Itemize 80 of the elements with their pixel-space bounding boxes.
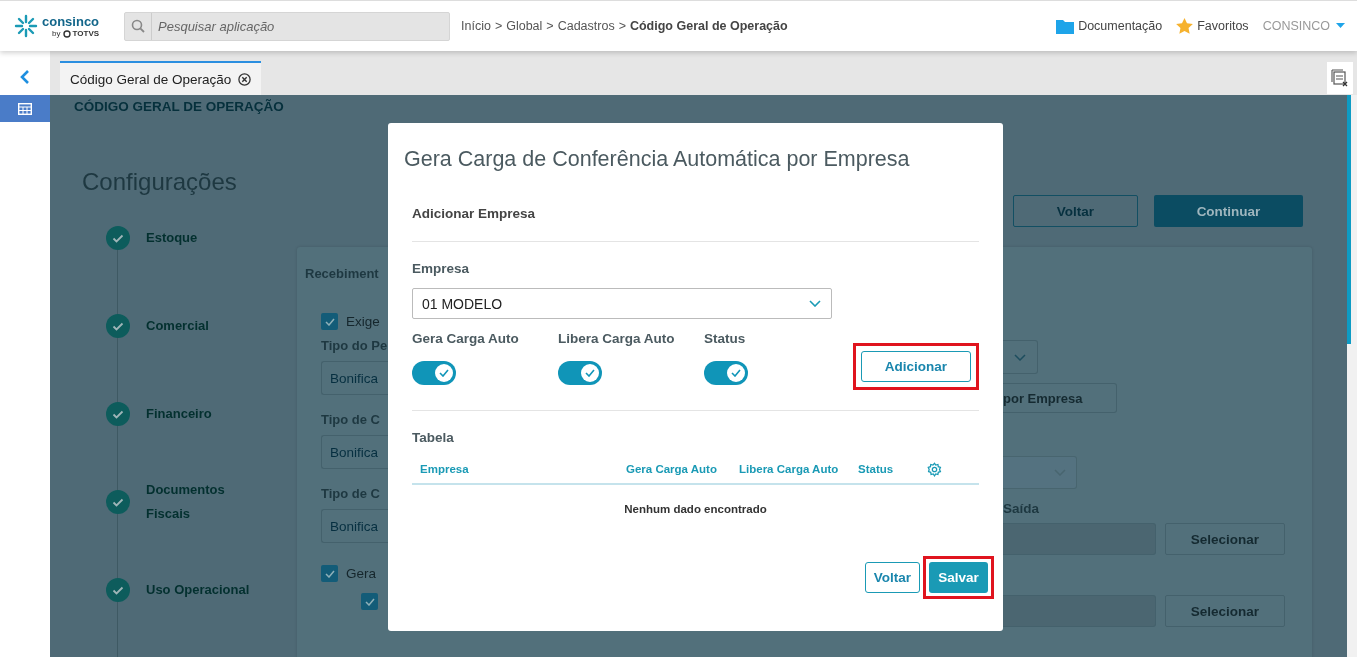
header-link[interactable]: Favoritos	[1197, 19, 1249, 33]
field-label: Tipo do Pe	[321, 338, 388, 353]
document-tab[interactable]: Código Geral de Operação	[60, 61, 262, 95]
checkbox-label: Gera	[346, 566, 376, 581]
text-field[interactable]	[1003, 595, 1156, 627]
back-button[interactable]: Voltar	[864, 562, 920, 593]
logo-byline: by	[52, 29, 61, 38]
field-label: Saída	[1003, 501, 1040, 516]
chevron-down-icon	[809, 300, 821, 307]
toggle-label: Libera Carga Auto	[558, 331, 676, 346]
breadcrumb-separator: >	[494, 19, 503, 33]
step-label[interactable]: Estoque	[146, 226, 198, 250]
text-field[interactable]	[1003, 523, 1156, 555]
check-icon	[324, 569, 335, 578]
continue-button[interactable]: Continuar	[1154, 195, 1303, 227]
search-field[interactable]: Pesquisar aplicação	[124, 11, 450, 41]
folder-icon	[1056, 18, 1075, 34]
user-menu[interactable]: CONSINCO	[1262, 19, 1330, 33]
caret-icon[interactable]	[1336, 23, 1345, 29]
select-button[interactable]: Selecionar	[1165, 523, 1285, 555]
check-icon	[731, 369, 741, 377]
logo-wordmark: consinco	[42, 14, 100, 29]
checkbox[interactable]	[321, 313, 338, 330]
column-header[interactable]: Libera Carga Auto	[731, 463, 850, 475]
breadcrumb-current: Código Geral de Operação	[629, 19, 788, 33]
step-label[interactable]: Financeiro	[146, 402, 212, 426]
column-header[interactable]: Empresa	[412, 463, 618, 475]
settings-icon[interactable]	[927, 461, 942, 477]
chevron-down-icon	[1014, 353, 1026, 361]
breadcrumb-link[interactable]: Cadastros	[557, 19, 615, 33]
calendar-icon	[18, 102, 32, 115]
step-label[interactable]: Comercial	[146, 314, 209, 338]
checkbox[interactable]	[321, 565, 338, 582]
checkbox[interactable]	[361, 593, 378, 610]
toggle-switch[interactable]	[412, 361, 456, 385]
header-link[interactable]: Documentação	[1078, 19, 1163, 33]
field-label: Empresa	[412, 261, 471, 276]
breadcrumb-link[interactable]: Início	[461, 19, 491, 33]
brand-mark-icon	[62, 29, 71, 38]
breadcrumb-separator: >	[546, 19, 554, 33]
logo-icon	[14, 14, 38, 38]
select-button[interactable]: Selecionar	[1165, 595, 1285, 627]
column-header[interactable]: Gera Carga Auto	[618, 463, 731, 475]
close-icon[interactable]	[238, 72, 252, 86]
table-title: Tabela	[412, 430, 455, 445]
check-icon	[439, 369, 449, 377]
toggle-switch[interactable]	[558, 361, 602, 385]
checkbox-label: Exige	[346, 314, 380, 329]
company-dropdown[interactable]: 01 MODELO	[412, 288, 832, 319]
scrollbar-thumb[interactable]	[1347, 95, 1351, 344]
check-icon	[324, 317, 335, 326]
column-header[interactable]: Status	[850, 463, 925, 475]
empty-table-message: Nenhum dado encontrado	[623, 503, 768, 515]
dropdown-field[interactable]	[1003, 456, 1077, 489]
tab-tool-button[interactable]	[1327, 62, 1353, 94]
back-icon[interactable]	[19, 69, 31, 85]
close-all-documents-icon	[1331, 69, 1349, 87]
add-button[interactable]: Adicionar	[861, 351, 971, 382]
logo-brand: TOTVS	[72, 29, 100, 38]
breadcrumb-separator: >	[618, 19, 626, 33]
field-label: Tipo de C	[321, 412, 381, 427]
card-title: Recebiment	[305, 266, 380, 281]
search-icon	[131, 19, 145, 33]
toggle-switch[interactable]	[704, 361, 748, 385]
toggle-label: Gera Carga Auto	[412, 331, 520, 346]
star-icon	[1176, 18, 1194, 34]
breadcrumb-link[interactable]: Global	[506, 19, 543, 33]
check-icon	[364, 597, 375, 606]
dialog-title: Gera Carga de Conferência Automática por Empresa	[404, 147, 911, 172]
step-label[interactable]: Uso Operacional	[146, 578, 250, 602]
step-label[interactable]: Documentos Fiscais	[146, 478, 261, 526]
field-label: Tipo de C	[321, 486, 381, 501]
check-icon	[585, 369, 595, 377]
sidebar-item[interactable]	[0, 95, 50, 122]
section-title: Adicionar Empresa	[412, 206, 537, 221]
toggle-label: Status	[704, 331, 747, 346]
save-button[interactable]: Salvar	[929, 562, 988, 593]
page-heading: CÓDIGO GERAL DE OPERAÇÃO	[74, 99, 285, 114]
search-input[interactable]: Pesquisar aplicação	[152, 17, 449, 35]
back-button[interactable]: Voltar	[1013, 195, 1138, 227]
